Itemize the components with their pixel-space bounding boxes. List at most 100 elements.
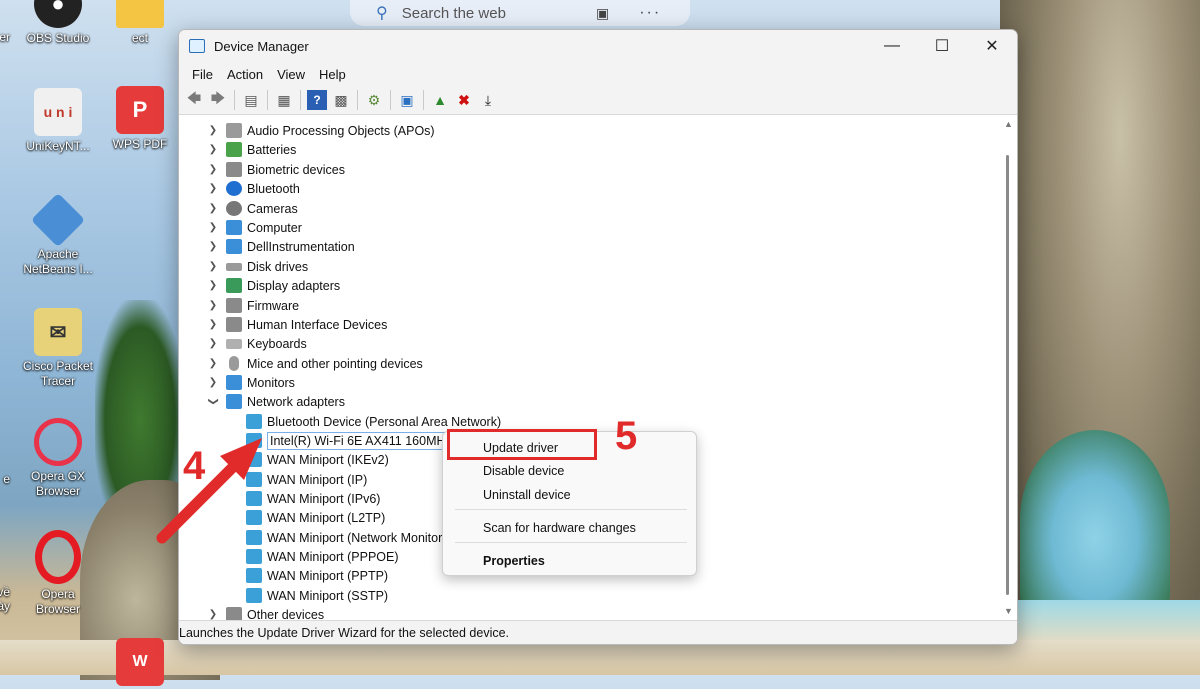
menu-file[interactable]: File xyxy=(185,67,220,82)
chevron-right-icon[interactable]: ❯ xyxy=(206,222,220,233)
close-button[interactable]: ✕ xyxy=(967,30,1017,62)
menu-view[interactable]: View xyxy=(270,67,312,82)
desktop-icon-label: WPS PDF xyxy=(112,137,168,151)
chevron-right-icon[interactable]: ❯ xyxy=(206,183,220,194)
taskbar-search-box[interactable]: ⚲ Search the web ▣ ··· xyxy=(350,0,690,26)
tree-device[interactable]: WAN Miniport (SSTP) xyxy=(246,586,388,605)
tree-category[interactable]: ❯ Firmware xyxy=(206,296,299,315)
chevron-right-icon[interactable]: ❯ xyxy=(206,300,220,311)
chevron-right-icon[interactable]: ❯ xyxy=(206,358,220,369)
category-label: Human Interface Devices xyxy=(247,317,388,332)
menu-help[interactable]: Help xyxy=(312,67,353,82)
back-arrow-icon[interactable]: 🡄 xyxy=(184,90,204,110)
tree-category[interactable]: ❯ Display adapters xyxy=(206,276,340,295)
tree-category[interactable]: ❯ Disk drives xyxy=(206,257,308,276)
desktop-icon-label: Opera GX Browser xyxy=(30,469,86,498)
action-pane-icon[interactable]: ▩ xyxy=(331,90,351,110)
device-label: Bluetooth Device (Personal Area Network) xyxy=(267,414,502,429)
tree-category[interactable]: ❯ Audio Processing Objects (APOs) xyxy=(206,121,435,140)
download-icon[interactable]: ⤓ xyxy=(478,90,498,110)
tree-category[interactable]: ❯ Mice and other pointing devices xyxy=(206,354,423,373)
tree-category[interactable]: ❯ Keyboards xyxy=(206,334,307,353)
annotation-arrow xyxy=(156,438,262,544)
desktop-icon-unikey[interactable]: u n i UniKeyNT... xyxy=(18,88,98,154)
desktop-icon-wps-office[interactable]: W xyxy=(100,638,180,689)
scan-hardware-icon[interactable]: ▣ xyxy=(397,90,417,110)
scroll-down-icon[interactable]: ▼ xyxy=(1004,606,1013,616)
disk-drive-icon xyxy=(226,262,242,271)
chevron-right-icon[interactable]: ❯ xyxy=(206,144,220,155)
wallpaper-rock-right xyxy=(1000,0,1200,675)
chevron-right-icon[interactable]: ❯ xyxy=(206,203,220,214)
chevron-right-icon[interactable]: ❯ xyxy=(206,261,220,272)
network-adapter-icon xyxy=(246,568,262,583)
more-options-icon[interactable]: ··· xyxy=(639,4,661,22)
tree-category[interactable]: ❯ Human Interface Devices xyxy=(206,315,387,334)
chevron-right-icon[interactable]: ❯ xyxy=(206,164,220,175)
tree-category[interactable]: ❯ Bluetooth xyxy=(206,179,300,198)
toolbar-separator xyxy=(300,90,301,110)
chevron-right-icon[interactable]: ❯ xyxy=(206,377,220,388)
tree-device[interactable]: WAN Miniport (PPTP) xyxy=(246,566,388,585)
partial-label: e xyxy=(3,472,10,486)
tree-category[interactable]: ❯ DellInstrumentation xyxy=(206,237,355,256)
desktop-partial-label: e xyxy=(0,472,10,486)
chevron-right-icon[interactable]: ❯ xyxy=(206,241,220,252)
vertical-scrollbar[interactable]: ▲ ▼ xyxy=(999,115,1017,620)
title-bar[interactable]: Device Manager — ☐ ✕ xyxy=(179,30,1017,62)
device-label: WAN Miniport (PPTP) xyxy=(267,568,389,583)
desktop-partial-label: về này xyxy=(0,585,10,613)
tree-category[interactable]: ❯ Monitors xyxy=(206,373,295,392)
network-adapter-icon xyxy=(226,394,242,409)
tree-category[interactable]: ❯ Computer xyxy=(206,218,302,237)
chevron-right-icon[interactable]: ❯ xyxy=(206,280,220,291)
scroll-up-icon[interactable]: ▲ xyxy=(1004,119,1013,129)
annotation-step-5: 5 xyxy=(615,414,638,458)
device-label: Intel(R) Wi-Fi 6E AX411 160MHz xyxy=(267,431,455,450)
show-hide-console-tree-icon[interactable]: ▤ xyxy=(241,90,261,110)
menu-item-scan-hardware[interactable]: Scan for hardware changes xyxy=(483,521,636,535)
properties-icon[interactable]: ▦ xyxy=(274,90,294,110)
category-label: Display adapters xyxy=(247,278,341,293)
tree-category[interactable]: ❯ Cameras xyxy=(206,199,298,218)
desktop-icon-wps-pdf[interactable]: P WPS PDF xyxy=(100,86,180,152)
help-icon[interactable]: ? xyxy=(307,90,327,110)
opera-gx-icon xyxy=(34,418,82,466)
scrollbar-thumb[interactable] xyxy=(1006,155,1009,595)
desktop-icon-opera-gx[interactable]: Opera GX Browser xyxy=(18,418,98,499)
desktop-icon-netbeans[interactable]: Apache NetBeans I... xyxy=(18,192,98,277)
tree-category[interactable]: ❯ Biometric devices xyxy=(206,160,345,179)
chevron-right-icon[interactable]: ❯ xyxy=(206,125,220,136)
chevron-right-icon[interactable]: ❯ xyxy=(206,338,220,349)
toolbar-separator xyxy=(234,90,235,110)
desktop-icon-label: Opera Browser xyxy=(35,587,80,616)
forward-arrow-icon[interactable]: 🡆 xyxy=(208,90,228,110)
desktop-icon-opera[interactable]: Opera Browser xyxy=(18,530,98,617)
partial-label: về xyxy=(0,585,10,599)
desktop-partial-label: er xyxy=(0,30,10,44)
desktop-icon-label: UniKeyNT... xyxy=(26,139,90,153)
tree-category-expanded[interactable]: ❯ Network adapters xyxy=(206,392,345,411)
chevron-right-icon[interactable]: ❯ xyxy=(206,609,220,620)
tree-category[interactable]: ❯ Other devices xyxy=(206,605,324,620)
update-driver-icon[interactable]: ⚙ xyxy=(364,90,384,110)
add-driver-icon[interactable]: ▲ xyxy=(430,90,450,110)
desktop-icon-cisco[interactable]: ✉ Cisco Packet Tracer xyxy=(18,308,98,389)
desktop-icon-folder[interactable]: ect xyxy=(100,0,180,46)
visual-search-icon[interactable]: ▣ xyxy=(596,5,609,22)
toolbar-separator xyxy=(267,90,268,110)
minimize-button[interactable]: — xyxy=(867,30,917,62)
chevron-down-icon[interactable]: ❯ xyxy=(208,395,219,409)
menu-item-disable-device[interactable]: Disable device xyxy=(483,464,564,478)
chevron-right-icon[interactable]: ❯ xyxy=(206,319,220,330)
category-label: Keyboards xyxy=(247,336,307,351)
tree-category[interactable]: ❯ Batteries xyxy=(206,140,296,159)
menu-action[interactable]: Action xyxy=(220,67,270,82)
toolbar-separator xyxy=(357,90,358,110)
menu-item-uninstall-device[interactable]: Uninstall device xyxy=(483,488,571,502)
uninstall-device-icon[interactable]: ✖ xyxy=(454,90,474,110)
maximize-button[interactable]: ☐ xyxy=(917,30,967,62)
window-title: Device Manager xyxy=(214,38,309,54)
menu-item-properties[interactable]: Properties xyxy=(483,554,545,568)
desktop-icon-obs[interactable]: ● OBS Studio xyxy=(18,0,98,46)
